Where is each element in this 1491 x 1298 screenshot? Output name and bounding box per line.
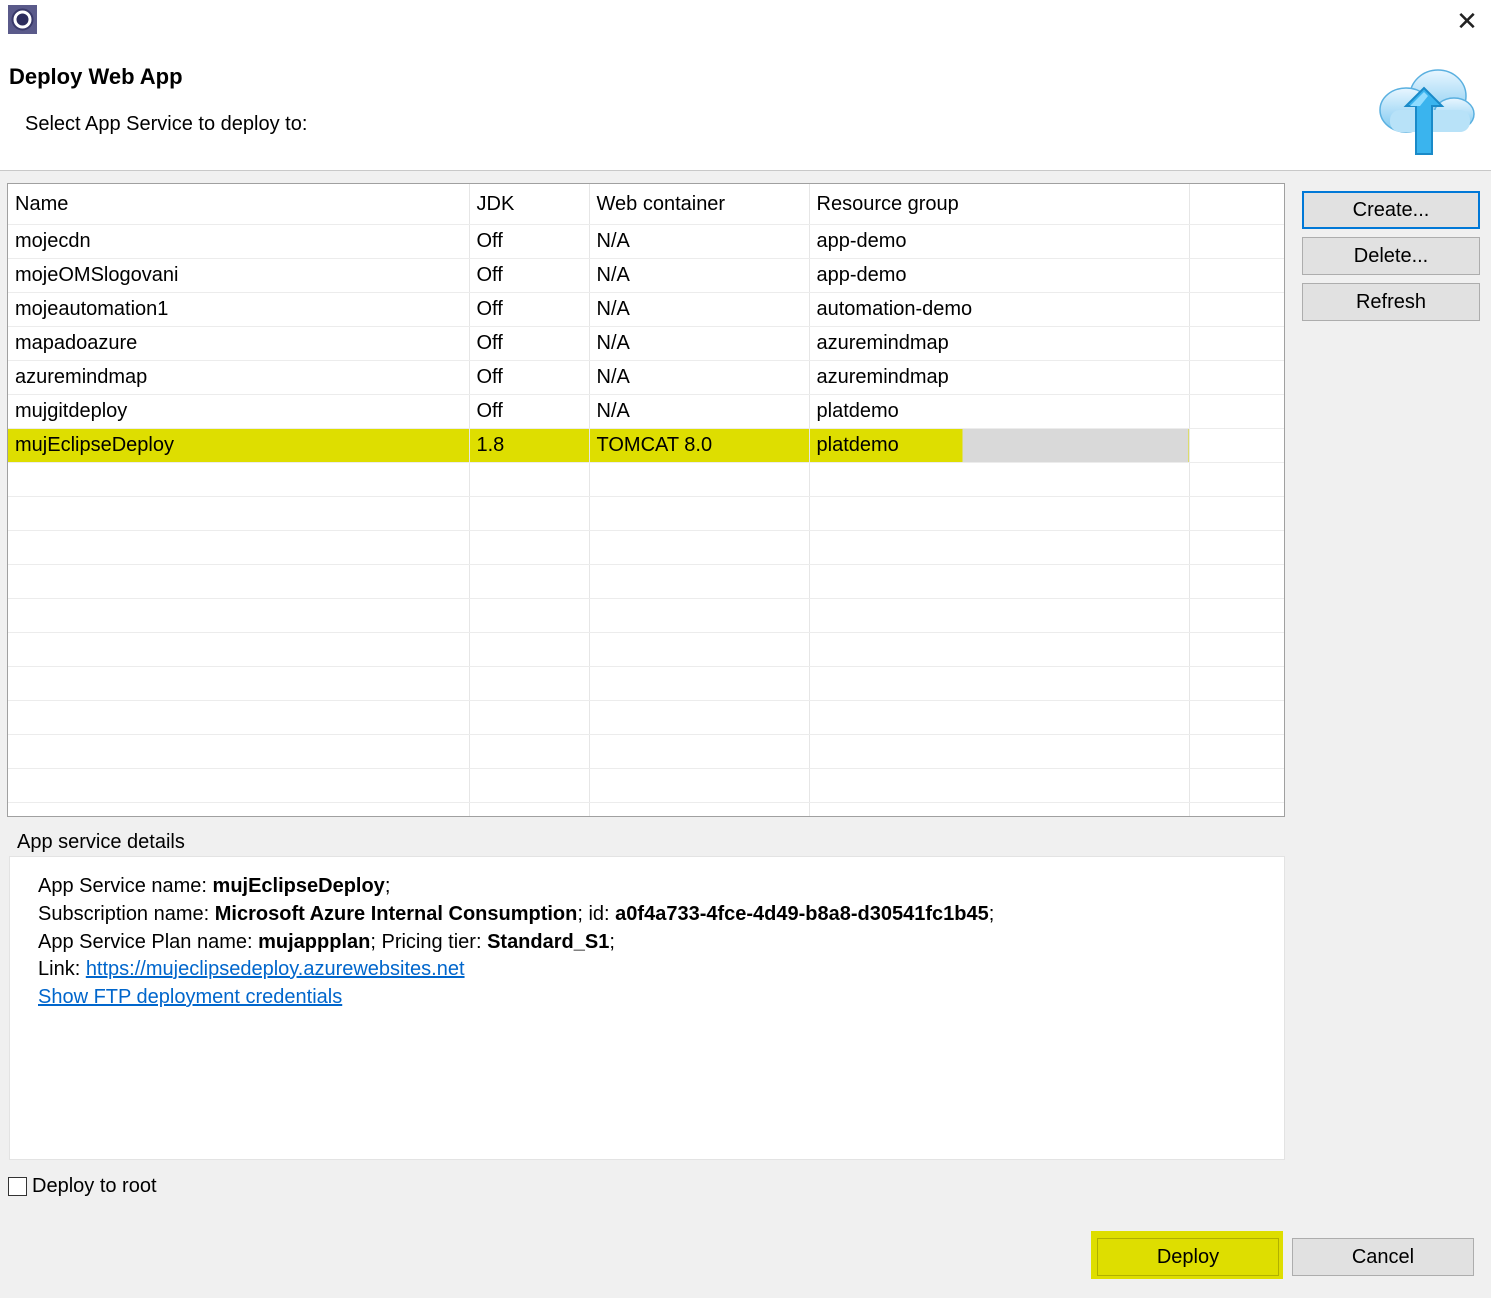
cell-filler bbox=[1189, 326, 1284, 361]
details-group-label: App service details bbox=[17, 831, 189, 854]
cell-name: mujEclipseDeploy bbox=[8, 428, 470, 463]
cell-resource-group: azuremindmap bbox=[809, 326, 1190, 361]
cell-jdk: Off bbox=[469, 360, 590, 395]
cell-resource-group: app-demo bbox=[809, 258, 1190, 293]
table-row[interactable]: mojecdn Off N/A app-demo bbox=[8, 224, 1284, 259]
app-service-grid: Name JDK Web container Resource group mo… bbox=[8, 184, 1284, 816]
cell-jdk: Off bbox=[469, 224, 590, 259]
table-row-empty bbox=[8, 564, 1284, 599]
eclipse-app-icon bbox=[8, 5, 37, 34]
cell-name: mujgitdeploy bbox=[8, 394, 470, 429]
table-row-empty bbox=[8, 496, 1284, 531]
cell-jdk: Off bbox=[469, 292, 590, 327]
cell-web-container: N/A bbox=[589, 224, 810, 259]
dialog-subtitle: Select App Service to deploy to: bbox=[25, 113, 308, 135]
cell-resource-group-text: platdemo bbox=[816, 434, 899, 456]
cell-name: mapadoazure bbox=[8, 326, 470, 361]
cancel-button[interactable]: Cancel bbox=[1292, 1238, 1474, 1276]
column-header-jdk[interactable]: JDK bbox=[469, 184, 590, 225]
cell-web-container: N/A bbox=[589, 394, 810, 429]
cell-filler bbox=[1189, 360, 1284, 395]
detail-link: Link: https://mujeclipsedeploy.azurewebs… bbox=[38, 958, 465, 981]
cell-web-container: TOMCAT 8.0 bbox=[589, 428, 810, 463]
cell-name: mojeautomation1 bbox=[8, 292, 470, 327]
cell-resource-group: platdemo bbox=[809, 428, 1190, 463]
table-row-empty bbox=[8, 632, 1284, 667]
cell-filler bbox=[1189, 258, 1284, 293]
cell-web-container: N/A bbox=[589, 360, 810, 395]
cell-resource-group: app-demo bbox=[809, 224, 1190, 259]
title-bar: ✕ bbox=[0, 0, 1491, 40]
detail-subscription: Subscription name: Microsoft Azure Inter… bbox=[38, 903, 995, 925]
table-row-empty bbox=[8, 700, 1284, 735]
table-header-row: Name JDK Web container Resource group bbox=[8, 184, 1284, 225]
detail-app-service-name: App Service name: mujEclipseDeploy; bbox=[38, 875, 391, 897]
cell-name: mojeOMSlogovani bbox=[8, 258, 470, 293]
table-row-empty bbox=[8, 462, 1284, 497]
column-header-name[interactable]: Name bbox=[8, 184, 470, 225]
table-row-empty bbox=[8, 666, 1284, 701]
cell-resource-group: azuremindmap bbox=[809, 360, 1190, 395]
cell-filler bbox=[1189, 292, 1284, 327]
deploy-to-root-label[interactable]: Deploy to root bbox=[32, 1175, 157, 1198]
table-row[interactable]: mapadoazure Off N/A azuremindmap bbox=[8, 326, 1284, 361]
cell-name: mojecdn bbox=[8, 224, 470, 259]
table-row-empty bbox=[8, 734, 1284, 769]
cell-resource-group: automation-demo bbox=[809, 292, 1190, 327]
cell-jdk: Off bbox=[469, 258, 590, 293]
app-service-details-panel: App Service name: mujEclipseDeploy; Subs… bbox=[9, 856, 1285, 1160]
cell-jdk: Off bbox=[469, 326, 590, 361]
app-url-link[interactable]: https://mujeclipsedeploy.azurewebsites.n… bbox=[86, 958, 465, 980]
detail-app-service-plan: App Service Plan name: mujappplan; Prici… bbox=[38, 931, 615, 953]
app-service-table: Name JDK Web container Resource group mo… bbox=[7, 183, 1285, 817]
cell-web-container: N/A bbox=[589, 292, 810, 327]
table-row[interactable]: mujgitdeploy Off N/A platdemo bbox=[8, 394, 1284, 429]
dialog-title: Deploy Web App bbox=[9, 64, 183, 89]
delete-button[interactable]: Delete... bbox=[1302, 237, 1480, 275]
create-button[interactable]: Create... bbox=[1302, 191, 1480, 229]
table-row[interactable]: azuremindmap Off N/A azuremindmap bbox=[8, 360, 1284, 395]
cell-name: azuremindmap bbox=[8, 360, 470, 395]
table-row-selected[interactable]: mujEclipseDeploy 1.8 TOMCAT 8.0 platdemo bbox=[8, 428, 1284, 463]
table-row-empty bbox=[8, 768, 1284, 803]
dialog-header: Deploy Web App Select App Service to dep… bbox=[0, 40, 1491, 171]
table-row-empty bbox=[8, 598, 1284, 633]
table-row-empty bbox=[8, 530, 1284, 565]
cell-resource-group: platdemo bbox=[809, 394, 1190, 429]
cloud-upload-icon bbox=[1379, 69, 1475, 155]
cell-web-container: N/A bbox=[589, 258, 810, 293]
deploy-to-root-checkbox[interactable] bbox=[8, 1177, 27, 1196]
cell-filler bbox=[1189, 394, 1284, 429]
refresh-button[interactable]: Refresh bbox=[1302, 283, 1480, 321]
cell-jdk: Off bbox=[469, 394, 590, 429]
deploy-button[interactable]: Deploy bbox=[1097, 1238, 1279, 1276]
column-header-resource-group[interactable]: Resource group bbox=[809, 184, 1190, 225]
cell-web-container: N/A bbox=[589, 326, 810, 361]
close-icon[interactable]: ✕ bbox=[1452, 6, 1482, 36]
detail-ftp: Show FTP deployment credentials bbox=[38, 986, 342, 1009]
table-row-empty bbox=[8, 802, 1284, 816]
cell-filler bbox=[1189, 428, 1284, 463]
table-row[interactable]: mojeautomation1 Off N/A automation-demo bbox=[8, 292, 1284, 327]
link-label: Link: bbox=[38, 958, 86, 980]
column-header-web-container[interactable]: Web container bbox=[589, 184, 810, 225]
cell-jdk: 1.8 bbox=[469, 428, 590, 463]
column-header-filler bbox=[1189, 184, 1284, 225]
cell-filler bbox=[1189, 224, 1284, 259]
table-row[interactable]: mojeOMSlogovani Off N/A app-demo bbox=[8, 258, 1284, 293]
show-ftp-credentials-link[interactable]: Show FTP deployment credentials bbox=[38, 986, 342, 1008]
